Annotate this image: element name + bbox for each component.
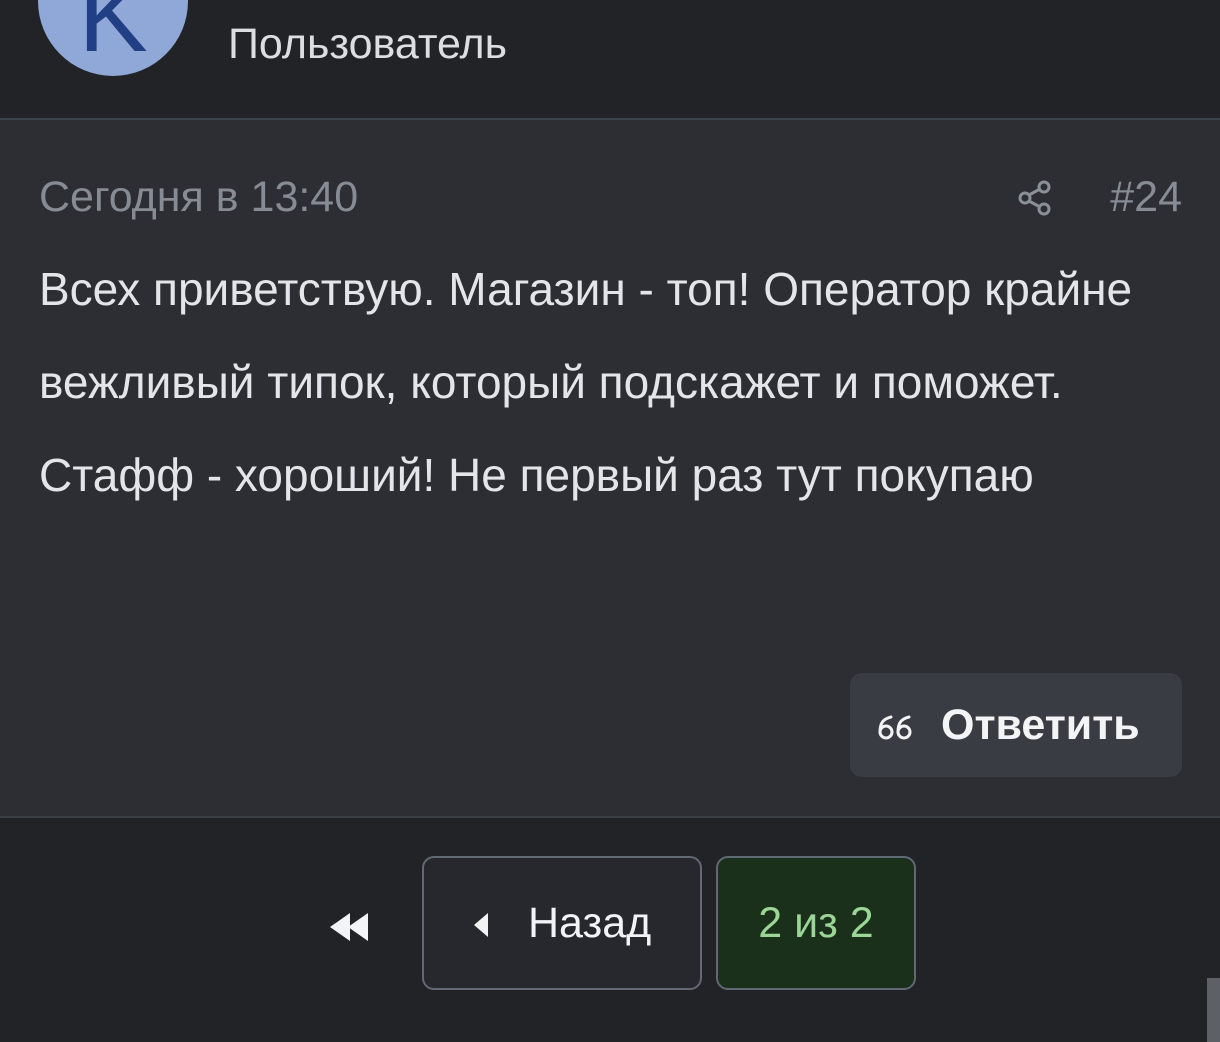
- avatar-letter: K: [78, 0, 148, 74]
- quote-icon: [878, 715, 912, 740]
- post-body: Всех приветствую. Магазин - топ! Операто…: [39, 263, 1133, 501]
- post-date[interactable]: Сегодня в 13:40: [39, 173, 358, 221]
- pagination: Назад 2 из 2: [0, 818, 1220, 1042]
- reply-button[interactable]: Ответить: [850, 673, 1182, 777]
- share-icon[interactable]: [1016, 178, 1054, 218]
- avatar[interactable]: K: [38, 0, 188, 76]
- reply-label: Ответить: [941, 701, 1140, 749]
- page-indicator[interactable]: 2 из 2: [716, 856, 916, 990]
- post: Сегодня в 13:40 #24 Всех приветствую. Ма…: [0, 120, 1220, 818]
- user-title: Пользователь: [228, 20, 508, 68]
- caret-left-icon: [474, 913, 488, 937]
- post-number[interactable]: #24: [1110, 173, 1182, 221]
- post-author-header: K Пользователь: [0, 0, 1220, 120]
- double-chevron-left-icon[interactable]: [326, 908, 374, 946]
- scrollbar[interactable]: [1207, 978, 1220, 1042]
- prev-page-label: Назад: [528, 899, 652, 947]
- page-indicator-label: 2 из 2: [758, 899, 874, 947]
- prev-page-button[interactable]: Назад: [422, 856, 702, 990]
